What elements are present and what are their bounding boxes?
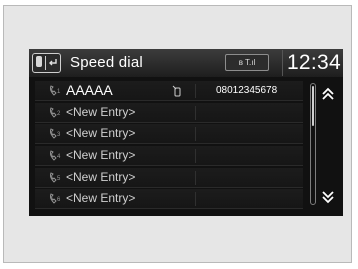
- column-divider: [195, 170, 196, 185]
- bluetooth-signal-icon: ʙ T.ıl: [238, 58, 256, 67]
- speed-dial-entry-5[interactable]: 5 <New Entry>: [35, 167, 303, 188]
- scrollbar[interactable]: [310, 83, 316, 205]
- slot-number: 4: [57, 154, 61, 161]
- page-title: Speed dial: [70, 54, 143, 71]
- status-indicator: ʙ T.ıl: [225, 54, 269, 71]
- phone-back-button[interactable]: [32, 53, 61, 73]
- speed-dial-entry-6[interactable]: 6 <New Entry>: [35, 189, 303, 210]
- phone-back-icon: [36, 56, 42, 67]
- column-divider: [195, 84, 196, 98]
- clock: 12:34: [286, 51, 341, 74]
- speed-dial-entry-4[interactable]: 4 <New Entry>: [35, 146, 303, 167]
- entry-name: <New Entry>: [66, 104, 136, 119]
- entry-name: AAAAA: [66, 82, 113, 98]
- column-divider: [195, 127, 196, 142]
- speed-dial-entry-3[interactable]: 3 <New Entry>: [35, 124, 303, 145]
- back-arrow-icon: [49, 59, 57, 66]
- slot-number: 3: [57, 132, 61, 139]
- scroll-down-icon[interactable]: [321, 190, 335, 204]
- scroll-thumb[interactable]: [312, 86, 314, 126]
- display-screen: Speed dial ʙ T.ıl 12:34 1 AAAAA 08012345…: [29, 49, 343, 216]
- back-divider: [45, 56, 46, 70]
- slot-number: 2: [57, 110, 61, 117]
- entry-name: <New Entry>: [66, 191, 136, 206]
- slot-number: 1: [57, 89, 61, 95]
- scroll-up-icon[interactable]: [321, 87, 335, 101]
- slot-number: 6: [57, 197, 61, 204]
- column-divider: [195, 149, 196, 164]
- entry-name: <New Entry>: [66, 169, 136, 184]
- column-divider: [195, 105, 196, 120]
- speed-dial-list: 1 AAAAA 08012345678 2 <New Entry> 3 <New…: [35, 81, 303, 211]
- header-divider: [282, 50, 283, 76]
- header-bar: Speed dial ʙ T.ıl 12:34: [29, 49, 343, 77]
- speed-dial-entry-2[interactable]: 2 <New Entry>: [35, 102, 303, 123]
- entry-name: <New Entry>: [66, 148, 136, 163]
- mobile-phone-icon: [172, 85, 181, 97]
- speed-dial-entry-1[interactable]: 1 AAAAA 08012345678: [35, 81, 303, 101]
- entry-name: <New Entry>: [66, 126, 136, 141]
- slot-number: 5: [57, 175, 61, 182]
- entry-number: 08012345678: [216, 85, 278, 96]
- column-divider: [195, 192, 196, 207]
- figure-frame: Speed dial ʙ T.ıl 12:34 1 AAAAA 08012345…: [3, 5, 352, 263]
